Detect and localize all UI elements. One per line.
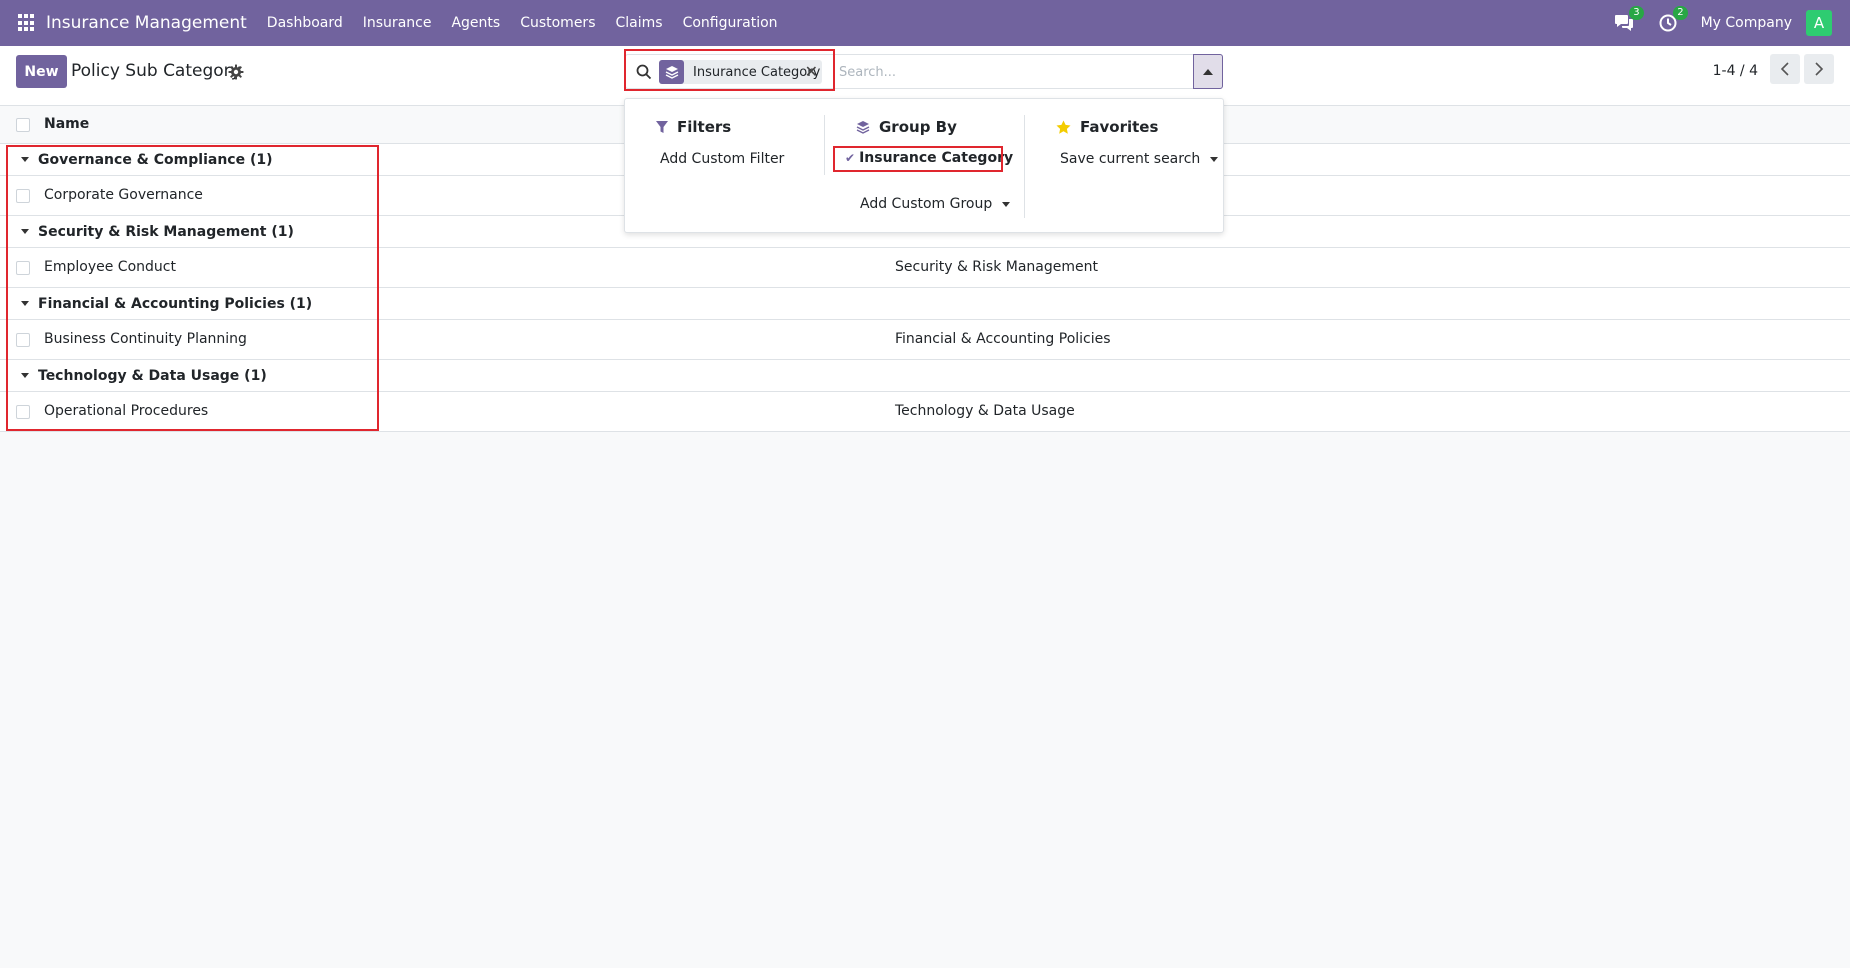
- group-by-title: Group By: [879, 118, 957, 136]
- pager-next-button[interactable]: [1804, 54, 1834, 84]
- caret-down-icon: [21, 301, 29, 306]
- search-icon[interactable]: [636, 64, 652, 80]
- add-custom-group-label: Add Custom Group: [860, 196, 993, 212]
- menu-agents[interactable]: Agents: [451, 15, 500, 31]
- row-category: Security & Risk Management: [895, 259, 1098, 275]
- row-checkbox[interactable]: [16, 333, 30, 347]
- favorites-title: Favorites: [1080, 118, 1159, 136]
- save-current-search[interactable]: Save current search: [1060, 151, 1219, 167]
- group-row[interactable]: Technology & Data Usage (1): [0, 360, 1850, 392]
- caret-down-icon: [21, 373, 29, 378]
- add-custom-group[interactable]: Add Custom Group: [860, 196, 1011, 212]
- menu-configuration[interactable]: Configuration: [683, 15, 778, 31]
- caret-down-icon: [1002, 201, 1011, 207]
- favorites-section: Favorites Save current search: [1025, 99, 1223, 234]
- gear-icon[interactable]: [228, 64, 244, 80]
- table-row[interactable]: Operational Procedures Technology & Data…: [0, 392, 1850, 432]
- group-label: Security & Risk Management (1): [38, 224, 294, 240]
- row-category: Financial & Accounting Policies: [895, 331, 1111, 347]
- app-grid-icon[interactable]: [18, 14, 36, 32]
- row-checkbox[interactable]: [16, 261, 30, 275]
- company-switcher[interactable]: My Company: [1701, 15, 1792, 31]
- chevron-left-icon: [1780, 62, 1789, 76]
- group-label: Technology & Data Usage (1): [38, 368, 267, 384]
- messages-icon[interactable]: 3: [1613, 6, 1644, 34]
- new-button[interactable]: New: [16, 55, 67, 88]
- favorites-heading: Favorites: [1056, 118, 1158, 136]
- menu-insurance[interactable]: Insurance: [363, 15, 432, 31]
- caret-down-icon: [21, 157, 29, 162]
- row-name: Employee Conduct: [44, 259, 176, 275]
- messages-badge: 3: [1629, 6, 1644, 20]
- layers-icon: [856, 121, 870, 134]
- add-custom-filter[interactable]: Add Custom Filter: [660, 151, 784, 167]
- top-navbar: Insurance Management Dashboard Insurance…: [0, 0, 1850, 46]
- search-input[interactable]: [839, 61, 1189, 83]
- row-checkbox[interactable]: [16, 405, 30, 419]
- row-category: Technology & Data Usage: [895, 403, 1075, 419]
- layers-icon: [659, 60, 684, 84]
- star-icon: [1056, 120, 1071, 134]
- row-name: Business Continuity Planning: [44, 331, 247, 347]
- group-row[interactable]: Financial & Accounting Policies (1): [0, 288, 1850, 320]
- filters-section: Filters Add Custom Filter: [625, 99, 825, 234]
- search-bar: Insurance Category ✕: [625, 54, 1223, 89]
- group-by-option-insurance-category[interactable]: ✔ Insurance Category: [845, 150, 1013, 166]
- filter-icon: [656, 121, 668, 133]
- row-checkbox[interactable]: [16, 189, 30, 203]
- activities-clock-icon[interactable]: 2: [1657, 6, 1688, 34]
- app-name[interactable]: Insurance Management: [46, 13, 247, 33]
- group-by-section: Group By ✔ Insurance Category Add Custom …: [825, 99, 1025, 234]
- menu-dashboard[interactable]: Dashboard: [267, 15, 343, 31]
- row-name: Corporate Governance: [44, 187, 203, 203]
- caret-up-icon: [1203, 68, 1213, 75]
- filters-heading: Filters: [656, 118, 731, 136]
- pager-value[interactable]: 1-4 / 4: [1713, 63, 1758, 79]
- menu-claims[interactable]: Claims: [616, 15, 663, 31]
- menu-customers[interactable]: Customers: [520, 15, 595, 31]
- group-by-heading: Group By: [856, 118, 957, 136]
- select-all-checkbox[interactable]: [16, 118, 30, 132]
- user-avatar[interactable]: A: [1806, 10, 1832, 36]
- table-row[interactable]: Business Continuity Planning Financial &…: [0, 320, 1850, 360]
- activities-badge: 2: [1673, 6, 1688, 20]
- caret-down-icon: [21, 229, 29, 234]
- check-icon: ✔: [845, 151, 856, 165]
- group-label: Governance & Compliance (1): [38, 152, 273, 168]
- group-label: Financial & Accounting Policies (1): [38, 296, 313, 312]
- facet-label: Insurance Category: [693, 64, 821, 80]
- filters-title: Filters: [677, 118, 732, 136]
- table-row[interactable]: Employee Conduct Security & Risk Managem…: [0, 248, 1850, 288]
- save-current-search-label: Save current search: [1060, 151, 1201, 167]
- search-panel-toggle-button[interactable]: [1193, 54, 1223, 89]
- caret-down-icon: [1210, 156, 1219, 162]
- row-name: Operational Procedures: [44, 403, 209, 419]
- search-facet-group-by: Insurance Category ✕: [659, 60, 822, 84]
- navbar-systray: 3 2 My Company A: [1613, 0, 1850, 46]
- pager-previous-button[interactable]: [1770, 54, 1800, 84]
- search-panel-dropdown: Filters Add Custom Filter Group By ✔ Insu…: [624, 98, 1224, 233]
- chevron-right-icon: [1815, 62, 1824, 76]
- control-panel: New Policy Sub Category Insurance Catego…: [0, 46, 1850, 106]
- page-title[interactable]: Policy Sub Category: [71, 61, 241, 81]
- facet-remove-icon[interactable]: ✕: [805, 63, 818, 81]
- group-by-option-label: Insurance Category: [859, 150, 1014, 166]
- column-header-name[interactable]: Name: [44, 116, 89, 132]
